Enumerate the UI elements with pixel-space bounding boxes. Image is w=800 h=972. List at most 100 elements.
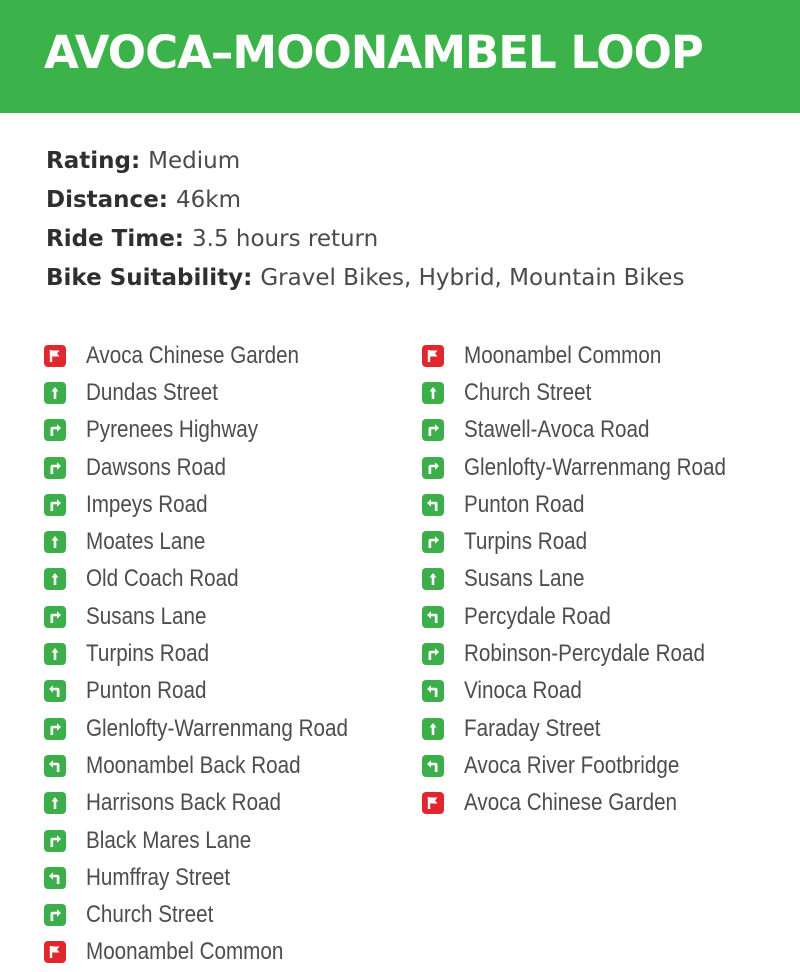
direction-step: Glenlofty-Warrenmang Road <box>44 710 391 747</box>
straight-arrow-icon <box>44 381 66 404</box>
direction-label: Susans Lane <box>464 565 585 593</box>
direction-label: Old Coach Road <box>86 565 239 593</box>
direction-label: Dawsons Road <box>86 453 226 481</box>
direction-label: Moonambel Back Road <box>86 751 301 779</box>
ride-info: Rating: Medium Distance: 46km Ride Time: 3.… <box>46 144 684 300</box>
direction-step: Dawsons Road <box>44 449 391 486</box>
direction-label: Turpins Road <box>86 640 210 668</box>
info-label: Bike Suitability: <box>46 265 253 291</box>
direction-step: Punton Road <box>44 673 391 710</box>
info-value: Medium <box>148 148 241 174</box>
direction-label: Dundas Street <box>86 378 218 406</box>
direction-label: Turpins Road <box>464 528 588 556</box>
turn-right-icon <box>44 829 66 852</box>
info-distance: Distance: 46km <box>46 183 684 222</box>
turn-left-icon <box>44 866 66 889</box>
direction-label: Avoca River Footbridge <box>464 751 680 779</box>
direction-step: Punton Road <box>422 486 769 523</box>
direction-label: Humffray Street <box>86 863 231 891</box>
direction-label: Glenlofty-Warrenmang Road <box>464 453 726 481</box>
turn-right-icon <box>44 605 66 628</box>
page-title: AVOCA–MOONAMBEL LOOP <box>44 26 704 79</box>
direction-step: Glenlofty-Warrenmang Road <box>422 449 769 486</box>
direction-step: Susans Lane <box>44 598 391 635</box>
direction-step: Susans Lane <box>422 561 769 598</box>
direction-label: Avoca Chinese Garden <box>86 341 300 369</box>
direction-label: Glenlofty-Warrenmang Road <box>86 714 348 742</box>
direction-step: Dundas Street <box>44 374 391 411</box>
turn-right-icon <box>44 419 66 442</box>
turn-right-icon <box>44 493 66 516</box>
direction-step: Black Mares Lane <box>44 822 391 859</box>
turn-right-icon <box>422 419 444 442</box>
direction-step: Avoca Chinese Garden <box>422 785 769 822</box>
turn-right-icon <box>44 717 66 740</box>
direction-step: Pyrenees Highway <box>44 412 391 449</box>
direction-label: Church Street <box>86 901 214 929</box>
direction-label: Impeys Road <box>86 490 208 518</box>
info-label: Ride Time: <box>46 226 184 252</box>
info-ride-time: Ride Time: 3.5 hours return <box>46 222 684 261</box>
straight-arrow-icon <box>422 381 444 404</box>
direction-step: Avoca River Footbridge <box>422 747 769 784</box>
direction-step: Avoca Chinese Garden <box>44 337 391 374</box>
direction-step: Faraday Street <box>422 710 769 747</box>
info-bike-suitability: Bike Suitability: Gravel Bikes, Hybrid, M… <box>46 261 684 300</box>
direction-step: Moonambel Back Road <box>44 747 391 784</box>
turn-right-icon <box>44 904 66 927</box>
direction-step: Moonambel Common <box>44 934 391 971</box>
turn-right-icon <box>422 643 444 666</box>
direction-step: Turpins Road <box>422 523 769 560</box>
direction-step: Moates Lane <box>44 523 391 560</box>
straight-arrow-icon <box>44 792 66 815</box>
turn-left-icon <box>422 680 444 703</box>
direction-step: Vinoca Road <box>422 673 769 710</box>
turn-left-icon <box>44 754 66 777</box>
turn-right-icon <box>422 456 444 479</box>
direction-label: Moates Lane <box>86 528 206 556</box>
straight-arrow-icon <box>44 568 66 591</box>
direction-step: Turpins Road <box>44 635 391 672</box>
direction-step: Stawell-Avoca Road <box>422 412 769 449</box>
flag-icon <box>422 792 444 815</box>
direction-label: Moonambel Common <box>86 938 284 966</box>
info-value: 3.5 hours return <box>192 226 379 252</box>
direction-label: Punton Road <box>464 490 585 518</box>
direction-step: Old Coach Road <box>44 561 391 598</box>
directions-list-return: Moonambel Common Church Street Stawell-Avo… <box>422 337 769 822</box>
direction-step: Church Street <box>44 896 391 933</box>
direction-label: Robinson-Percydale Road <box>464 640 705 668</box>
direction-step: Humffray Street <box>44 859 391 896</box>
flag-icon <box>44 941 66 964</box>
direction-label: Pyrenees Highway <box>86 416 259 444</box>
straight-arrow-icon <box>422 717 444 740</box>
direction-step: Impeys Road <box>44 486 391 523</box>
directions-list-outbound: Avoca Chinese Garden Dundas Street Pyrenee… <box>44 337 391 971</box>
direction-label: Harrisons Back Road <box>86 789 282 817</box>
straight-arrow-icon <box>422 568 444 591</box>
info-label: Distance: <box>46 187 168 213</box>
direction-label: Percydale Road <box>464 602 611 630</box>
turn-left-icon <box>422 754 444 777</box>
turn-right-icon <box>422 531 444 554</box>
direction-label: Stawell-Avoca Road <box>464 416 650 444</box>
direction-step: Robinson-Percydale Road <box>422 635 769 672</box>
direction-label: Avoca Chinese Garden <box>464 789 678 817</box>
direction-step: Church Street <box>422 374 769 411</box>
direction-label: Punton Road <box>86 677 207 705</box>
turn-right-icon <box>44 456 66 479</box>
flag-icon <box>44 344 66 367</box>
straight-arrow-icon <box>44 643 66 666</box>
info-value: 46km <box>176 187 241 213</box>
direction-step: Moonambel Common <box>422 337 769 374</box>
turn-left-icon <box>44 680 66 703</box>
straight-arrow-icon <box>44 531 66 554</box>
direction-step: Percydale Road <box>422 598 769 635</box>
direction-label: Black Mares Lane <box>86 826 252 854</box>
title-banner: AVOCA–MOONAMBEL LOOP <box>0 0 800 113</box>
direction-step: Harrisons Back Road <box>44 785 391 822</box>
direction-label: Vinoca Road <box>464 677 582 705</box>
direction-label: Susans Lane <box>86 602 207 630</box>
info-rating: Rating: Medium <box>46 144 684 183</box>
flag-icon <box>422 344 444 367</box>
